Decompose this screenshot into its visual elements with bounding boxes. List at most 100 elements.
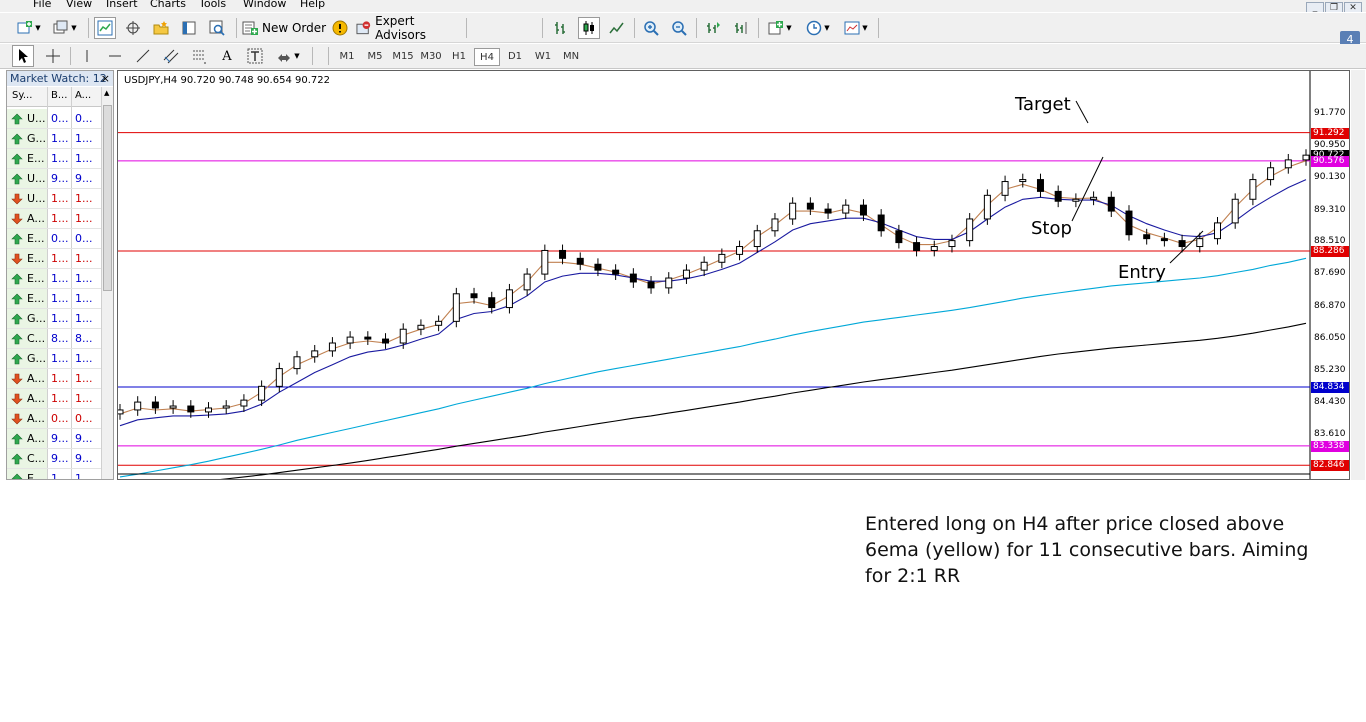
crosshair-tool[interactable]: [42, 45, 64, 67]
cursor-icon: [19, 49, 28, 63]
chart-window[interactable]: USDJPY,H4 90.720 90.748 90.654 90.722 91…: [117, 70, 1350, 480]
market-watch-close-button[interactable]: ×: [101, 71, 110, 86]
horizontal-line-tool[interactable]: [104, 45, 126, 67]
bid-cell: 1...: [51, 212, 69, 225]
menu-file[interactable]: File: [33, 0, 51, 10]
timeframe-m15[interactable]: M15: [390, 48, 416, 66]
zoom-in-button[interactable]: [640, 17, 662, 39]
menu-insert[interactable]: Insert: [106, 0, 138, 10]
auto-scroll-button[interactable]: [702, 17, 724, 39]
market-watch-scrollbar[interactable]: ▲: [101, 87, 113, 479]
candle-body: [222, 405, 230, 409]
candle-body: [1054, 190, 1062, 202]
market-watch-row[interactable]: E... 1... 1...: [7, 289, 103, 309]
timeframe-h1[interactable]: H1: [446, 48, 472, 66]
column-ask[interactable]: A...: [75, 90, 91, 101]
candlestick-chart-button[interactable]: [578, 17, 600, 39]
menu-window[interactable]: Window: [243, 0, 286, 10]
arrow-up-icon: [11, 353, 23, 365]
periods-button[interactable]: ▼: [802, 17, 834, 39]
ask-cell: 1...: [75, 312, 93, 325]
candle-body: [983, 194, 991, 220]
market-watch-row[interactable]: U... 9... 9...: [7, 169, 103, 189]
vertical-line-tool[interactable]: [76, 45, 98, 67]
data-window-button[interactable]: [122, 17, 144, 39]
market-watch-row[interactable]: E... 1... 1...: [7, 249, 103, 269]
ask-cell: 8...: [75, 332, 93, 345]
market-watch-row[interactable]: E... 1... 1...: [7, 149, 103, 169]
candle-body: [1143, 234, 1151, 240]
market-watch-row[interactable]: U... 1... 1...: [7, 189, 103, 209]
terminal-button[interactable]: [178, 17, 200, 39]
chevron-down-icon: ▼: [824, 24, 830, 32]
autotrading-warning-button[interactable]: [330, 17, 350, 39]
close-window-button[interactable]: ✕: [1344, 2, 1362, 12]
market-watch-row[interactable]: A... 1... 1...: [7, 389, 103, 409]
chart-scrollbar[interactable]: [1351, 70, 1365, 480]
fibonacci-tool[interactable]: [188, 45, 210, 67]
restore-button[interactable]: ❐: [1325, 2, 1343, 12]
navigator-button[interactable]: [150, 17, 172, 39]
menu-help[interactable]: Help: [300, 0, 325, 10]
line-chart-button[interactable]: [606, 17, 628, 39]
ask-cell: 1...: [75, 372, 93, 385]
arrow-down-icon: [11, 413, 23, 425]
column-symbol[interactable]: Sy...: [12, 90, 32, 101]
candle-body: [399, 328, 407, 344]
cursor-tool[interactable]: [12, 45, 34, 67]
text-label-tool[interactable]: [244, 45, 266, 67]
market-watch-row[interactable]: A... 1... 1...: [7, 369, 103, 389]
symbol-cell: C...: [27, 452, 46, 465]
arrow-up-icon: [11, 473, 23, 479]
timeframe-h4[interactable]: H4: [474, 48, 500, 66]
expert-advisors-button[interactable]: Expert Advisors: [356, 14, 464, 42]
profiles-button[interactable]: ▼: [50, 17, 80, 39]
terminal-icon: [182, 21, 196, 35]
timeframe-d1[interactable]: D1: [502, 48, 528, 66]
trendline-tool[interactable]: [132, 45, 154, 67]
menu-view[interactable]: View: [66, 0, 92, 10]
symbol-cell: E...: [27, 152, 45, 165]
scrollbar-thumb[interactable]: [103, 105, 112, 291]
column-bid[interactable]: B...: [51, 90, 67, 101]
indicators-button[interactable]: ▼: [764, 17, 796, 39]
symbol-cell: U...: [27, 172, 46, 185]
timeframe-m30[interactable]: M30: [418, 48, 444, 66]
market-watch-title-bar: Market Watch: 12 ×: [7, 71, 113, 86]
menu-charts[interactable]: Charts: [150, 0, 186, 10]
market-watch-row[interactable]: A... 9... 9...: [7, 429, 103, 449]
market-watch-row[interactable]: A... 1... 1...: [7, 209, 103, 229]
zoom-out-button[interactable]: [668, 17, 690, 39]
timeframe-m1[interactable]: M1: [334, 48, 360, 66]
chart-shift-button[interactable]: [730, 17, 752, 39]
market-watch-row[interactable]: E... 0... 0...: [7, 229, 103, 249]
market-watch-row[interactable]: G... 1... 1...: [7, 349, 103, 369]
market-watch-row[interactable]: G... 1... 1...: [7, 309, 103, 329]
timeframe-m5[interactable]: M5: [362, 48, 388, 66]
minimize-button[interactable]: _: [1306, 2, 1324, 12]
strategy-tester-button[interactable]: [206, 17, 228, 39]
text-tool[interactable]: A: [216, 45, 238, 67]
market-watch-row[interactable]: A... 0... 0...: [7, 409, 103, 429]
market-watch-row[interactable]: C... 9... 9...: [7, 449, 103, 469]
market-watch-row[interactable]: E... 1... 1...: [7, 469, 103, 479]
channel-tool[interactable]: [160, 45, 182, 67]
timeframe-mn[interactable]: MN: [558, 48, 584, 66]
candle-body: [806, 202, 814, 210]
candle-body: [311, 350, 319, 358]
menu-tools[interactable]: Tools: [199, 0, 226, 10]
market-watch-row[interactable]: C... 8... 8...: [7, 329, 103, 349]
timeframe-w1[interactable]: W1: [530, 48, 556, 66]
market-watch-row[interactable]: G... 1... 1...: [7, 129, 103, 149]
market-watch-row[interactable]: E... 1... 1...: [7, 269, 103, 289]
bid-cell: 1...: [51, 192, 69, 205]
bar-chart-button[interactable]: [550, 17, 572, 39]
market-watch-row[interactable]: U... 0... 0...: [7, 109, 103, 129]
arrows-tool[interactable]: ▼: [272, 45, 304, 67]
new-order-label: New Order: [262, 21, 327, 35]
scroll-up-icon[interactable]: ▲: [104, 89, 109, 97]
market-watch-button[interactable]: [94, 17, 116, 39]
new-order-button[interactable]: New Order: [242, 17, 328, 39]
templates-button[interactable]: ▼: [840, 17, 872, 39]
new-chart-button[interactable]: ▼: [14, 17, 44, 39]
